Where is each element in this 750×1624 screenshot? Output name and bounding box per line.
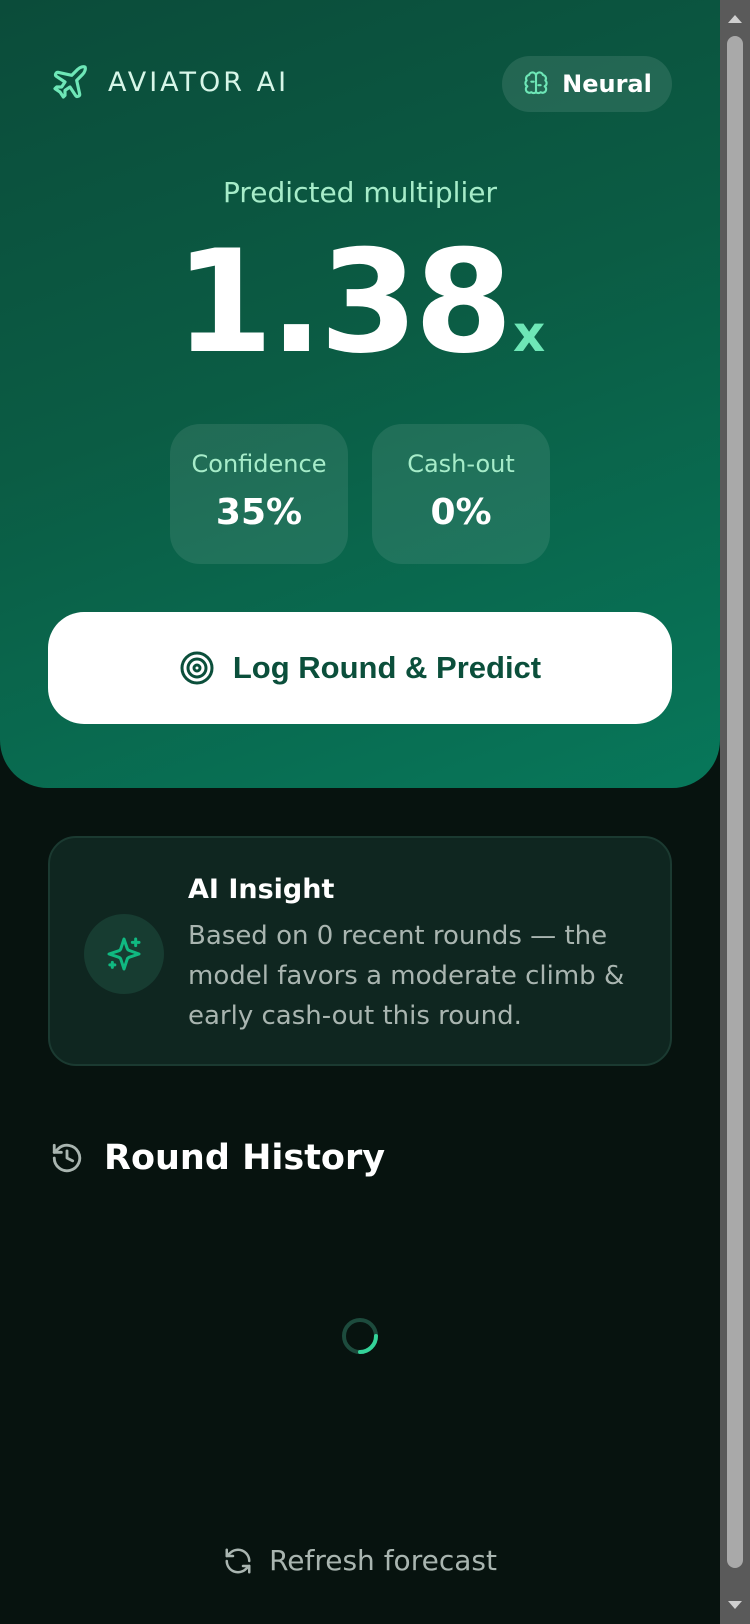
loading-spinner-icon [340,1316,380,1356]
prediction-hero-card: AVIATOR AI Neural Predicted multiplier 1… [0,0,720,788]
log-round-predict-label: Log Round & Predict [232,650,542,685]
cashout-stat: Cash-out 0% [372,424,550,564]
brand-name: AVIATOR AI [108,66,290,98]
scrollbar-thumb[interactable] [727,36,743,1568]
round-history-title: Round History [104,1138,386,1178]
confidence-label: Confidence [191,450,327,478]
refresh-icon [223,1546,253,1576]
brain-icon [522,70,550,98]
cashout-value: 0% [430,492,492,533]
app-screen: AVIATOR AI Neural Predicted multiplier 1… [0,0,720,1624]
confidence-stat: Confidence 35% [170,424,348,564]
multiplier-suffix: x [513,305,546,363]
vertical-scrollbar[interactable] [720,0,750,1624]
cashout-label: Cash-out [407,450,515,478]
predicted-multiplier-label: Predicted multiplier [223,176,497,209]
insight-body: Based on 0 recent rounds — the model fav… [188,921,625,1031]
brand: AVIATOR AI [50,62,289,102]
scroll-down-icon[interactable] [720,1590,750,1620]
history-icon [50,1141,84,1175]
target-icon [179,650,215,686]
predicted-multiplier: 1.38 x [0,232,720,374]
log-round-predict-button[interactable]: Log Round & Predict [48,612,672,724]
scroll-up-icon[interactable] [720,4,750,34]
round-history-header: Round History [50,1138,385,1178]
model-mode-label: Neural [562,70,652,98]
refresh-forecast-label: Refresh forecast [269,1544,497,1577]
plane-icon [50,62,90,102]
multiplier-value: 1.38 [174,220,513,385]
insight-title: AI Insight [188,874,335,905]
sparkle-icon [84,914,164,994]
confidence-value: 35% [215,492,303,533]
refresh-forecast-button[interactable]: Refresh forecast [0,1544,720,1577]
ai-insight-card: AI Insight Based on 0 recent rounds — th… [48,836,672,1066]
model-mode-badge[interactable]: Neural [502,56,672,112]
